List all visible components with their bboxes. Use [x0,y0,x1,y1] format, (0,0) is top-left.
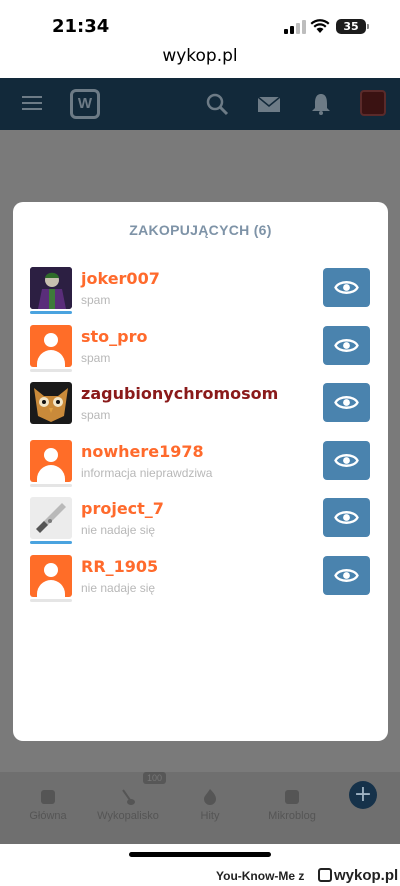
default-avatar-body [37,580,65,597]
modal-title: ZAKOPUJĄCYCH (6) [129,222,272,238]
bell-icon[interactable] [309,92,333,116]
microblog-icon [285,790,299,804]
user-avatar[interactable] [30,325,72,367]
burier-reason: spam [81,293,111,307]
user-avatar[interactable] [30,555,72,597]
credit-brand-text: wykop.pl [334,867,399,884]
nav-item-label: Wykopalisko [97,810,159,822]
wifi-icon [310,19,330,33]
user-avatar[interactable] [30,497,72,539]
nav-item-hits[interactable]: Hity [170,788,250,822]
avatar-underline [30,369,72,372]
dagger-avatar-icon [30,497,72,539]
eye-icon [334,339,359,352]
eye-icon [334,396,359,409]
avatar-underline [30,599,72,602]
burier-reason: spam [81,408,111,422]
user-avatar[interactable] [30,440,72,482]
eye-icon [334,281,359,294]
eye-icon [334,511,359,524]
battery-tip [367,24,369,29]
owl-avatar-icon [30,382,72,424]
burier-username[interactable]: RR_1905 [81,557,158,576]
burier-reason: informacja nieprawdziwa [81,466,213,480]
burier-username[interactable]: sto_pro [81,327,148,346]
flame-icon [204,789,216,805]
burier-row: project_7 nie nadaje się [13,497,388,545]
eye-icon [334,454,359,467]
avatar-underline [30,541,72,544]
nav-item-label: Główna [29,810,67,822]
home-indicator[interactable] [129,852,271,857]
burier-reason: spam [81,351,111,365]
buriers-modal: ZAKOPUJĄCYCH (6) joker007 spam sto_pro s… [13,202,388,741]
wykop-brand-icon [318,868,332,882]
avatar-underline [30,311,72,314]
burier-row: RR_1905 nie nadaje się [13,555,388,603]
joker-avatar-icon [30,267,72,309]
burier-username[interactable]: joker007 [81,269,160,288]
browser-url[interactable]: wykop.pl [0,46,400,78]
profile-avatar[interactable] [360,90,386,116]
nav-item-label: Hity [200,810,220,822]
view-profile-button[interactable] [323,556,370,595]
menu-icon[interactable] [22,96,42,110]
default-avatar-head [44,448,58,462]
view-profile-button[interactable] [323,498,370,537]
view-profile-button[interactable] [323,268,370,307]
nav-item-home[interactable]: Główna [8,788,88,822]
nav-item-label: Mikroblog [268,810,316,822]
view-profile-button[interactable] [323,441,370,480]
cellular-signal-icon [284,20,306,34]
bottom-navigation: Główna Wykopalisko 100 Hity Mikroblog + [0,772,400,844]
default-avatar-body [37,350,65,367]
add-button[interactable]: + [349,781,377,809]
avatar-underline [30,484,72,487]
status-time: 21:34 [52,16,110,37]
upcoming-count-badge: 100 [143,772,167,784]
wykop-logo-icon[interactable]: W [70,89,100,119]
user-avatar[interactable] [30,382,72,424]
default-avatar-body [37,465,65,482]
view-profile-button[interactable] [323,383,370,422]
battery-indicator: 35 [336,19,366,34]
credit-brand: wykop.pl [318,867,398,884]
eye-icon [334,569,359,582]
home-icon [41,790,55,804]
view-profile-button[interactable] [323,326,370,365]
nav-item-microblog[interactable]: Mikroblog [252,788,332,822]
burier-row: zagubionychromosom spam [13,382,388,430]
burier-row: sto_pro spam [13,325,388,373]
status-bar: 21:34 35 [0,0,400,48]
credit-user: You-Know-Me z [216,869,305,883]
mail-icon[interactable] [257,92,281,116]
home-indicator-area [0,844,400,866]
burier-username[interactable]: nowhere1978 [81,442,204,461]
shovel-icon [122,789,135,805]
burier-username[interactable]: project_7 [81,499,164,518]
burier-username[interactable]: zagubionychromosom [81,384,278,403]
burier-row: nowhere1978 informacja nieprawdziwa [13,440,388,488]
burier-row: joker007 spam [13,267,388,315]
user-avatar[interactable] [30,267,72,309]
burier-reason: nie nadaje się [81,581,156,595]
app-header: W [0,78,400,130]
default-avatar-head [44,563,58,577]
burier-reason: nie nadaje się [81,523,156,537]
default-avatar-head [44,333,58,347]
search-icon[interactable] [205,92,229,116]
credit-footer: You-Know-Me z wykop.pl [0,866,400,886]
nav-item-upcoming[interactable]: Wykopalisko [88,788,168,822]
